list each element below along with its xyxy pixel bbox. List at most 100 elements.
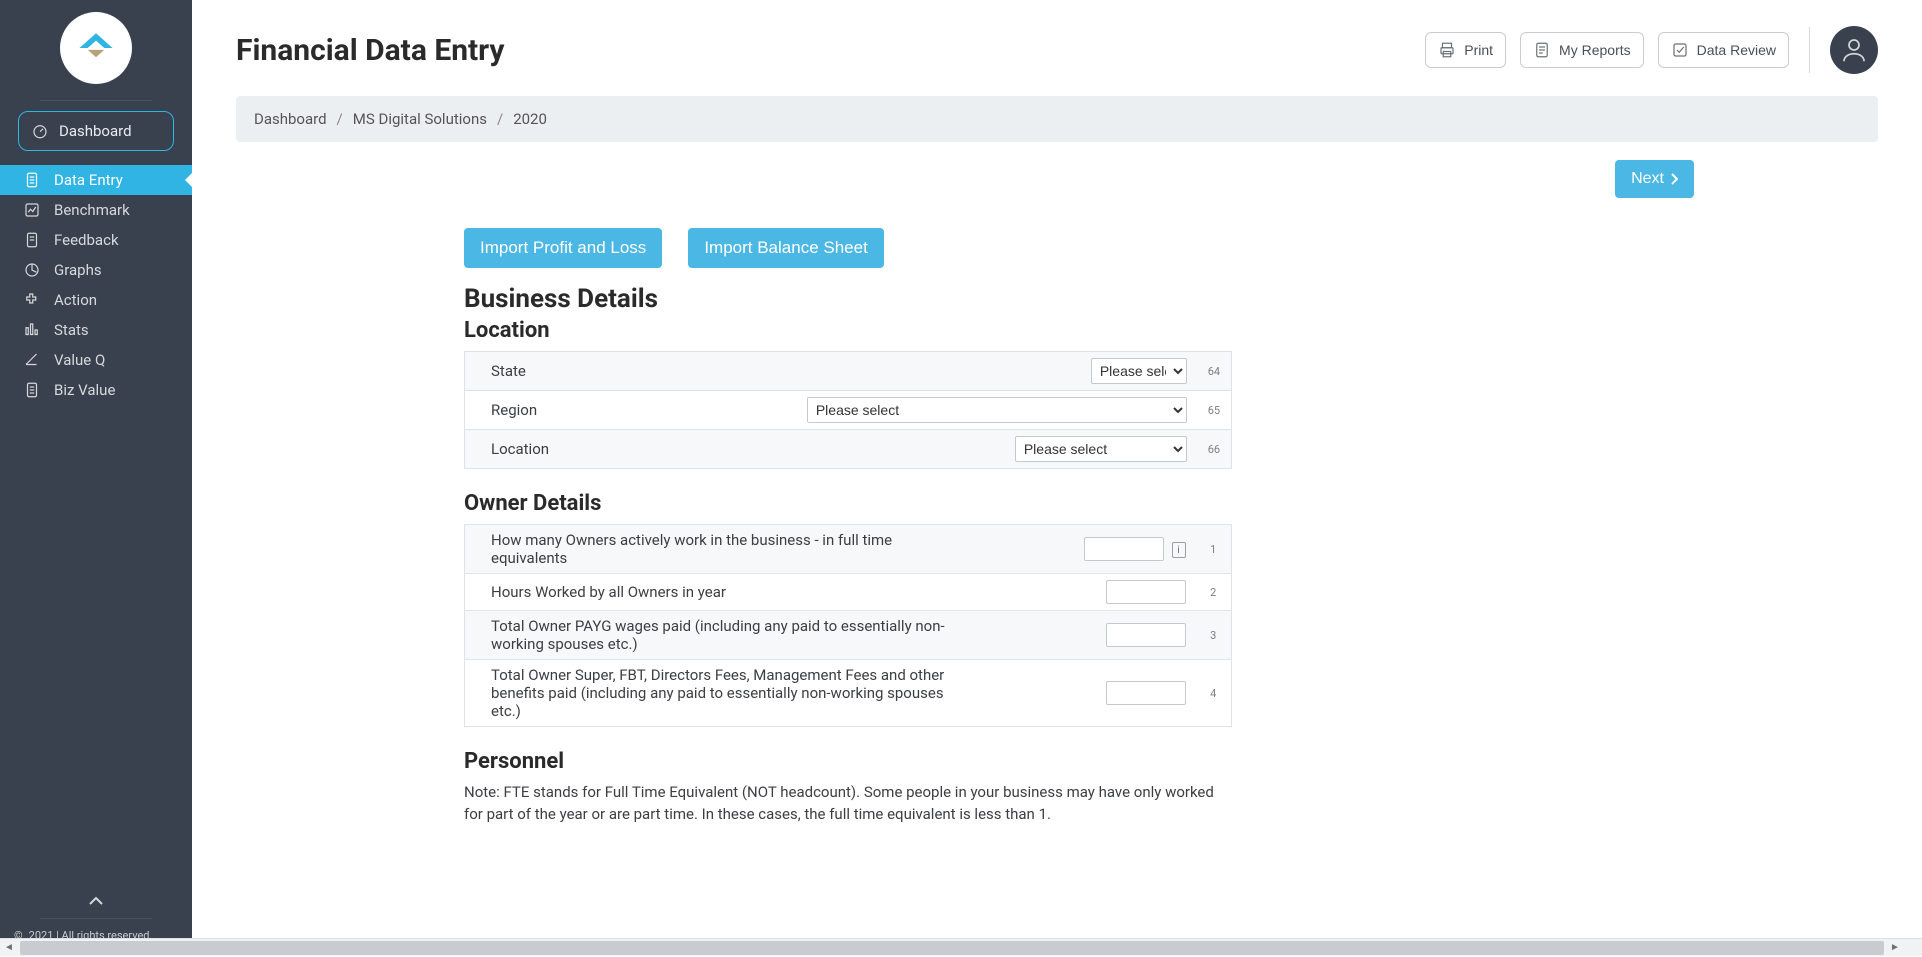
super-fbt-input[interactable] [1106, 681, 1186, 705]
sidebar-item-benchmark[interactable]: Benchmark [0, 195, 192, 225]
table-row: Region Please select 65 [465, 391, 1232, 430]
button-label: My Reports [1559, 42, 1631, 58]
owner-details-heading: Owner Details [464, 491, 1696, 516]
print-button[interactable]: Print [1425, 32, 1506, 68]
sidebar-item-action[interactable]: Action [0, 285, 192, 315]
sidebar-item-label: Graphs [54, 261, 102, 279]
header: Financial Data Entry Print My Reports Da… [192, 0, 1922, 74]
dashboard-button[interactable]: Dashboard [18, 111, 174, 151]
row-label: How many Owners actively work in the bus… [465, 525, 975, 574]
row-control [975, 574, 1196, 611]
breadcrumb-company[interactable]: MS Digital Solutions [353, 110, 487, 128]
action-icon [22, 291, 42, 309]
valueq-icon [22, 351, 42, 369]
table-row: State Please select 64 [465, 352, 1232, 391]
row-label: Total Owner PAYG wages paid (including a… [465, 611, 975, 660]
personnel-note: Note: FTE stands for Full Time Equivalen… [464, 782, 1234, 826]
main: Financial Data Entry Print My Reports Da… [192, 0, 1922, 956]
business-details-heading: Business Details [464, 284, 1696, 314]
scroll-right-arrow[interactable]: ► [1886, 939, 1904, 957]
stats-icon [22, 321, 42, 339]
import-balance-sheet-button[interactable]: Import Balance Sheet [688, 228, 883, 268]
printer-icon [1438, 41, 1456, 59]
payg-wages-input[interactable] [1106, 623, 1186, 647]
user-icon [1839, 35, 1869, 65]
chevron-right-icon [1670, 173, 1678, 185]
divider [40, 918, 152, 919]
sidebar-item-label: Stats [54, 321, 89, 339]
table-row: Location Please select 66 [465, 430, 1232, 469]
divider [40, 100, 152, 101]
breadcrumb-year[interactable]: 2020 [513, 110, 547, 128]
content: Next Import Profit and Loss Import Balan… [464, 142, 1696, 866]
row-label: Region [465, 391, 797, 430]
table-row: Total Owner Super, FBT, Directors Fees, … [465, 660, 1232, 727]
state-select[interactable]: Please select [1091, 358, 1187, 384]
sidebar-item-label: Action [54, 291, 97, 309]
sidebar-item-graphs[interactable]: Graphs [0, 255, 192, 285]
hours-worked-input[interactable] [1106, 580, 1186, 604]
button-label: Print [1464, 42, 1493, 58]
breadcrumb-separator: / [497, 110, 503, 128]
row-label: Total Owner Super, FBT, Directors Fees, … [465, 660, 975, 727]
owners-fte-input[interactable] [1084, 537, 1164, 561]
check-square-icon [1671, 41, 1689, 59]
row-index: 65 [1197, 391, 1232, 430]
region-select[interactable]: Please select [807, 397, 1187, 423]
location-select[interactable]: Please select [1015, 436, 1187, 462]
dashboard-icon [31, 122, 49, 140]
benchmark-icon [22, 201, 42, 219]
button-label: Data Review [1697, 42, 1776, 58]
row-label: Location [465, 430, 797, 469]
row-index: 4 [1196, 660, 1232, 727]
location-heading: Location [464, 318, 1696, 343]
scrollbar-thumb[interactable] [20, 941, 1884, 955]
personnel-heading: Personnel [464, 749, 1696, 774]
dashboard-button-wrap: Dashboard [0, 111, 192, 165]
dashboard-label: Dashboard [59, 122, 132, 140]
divider [1809, 27, 1810, 73]
sidebar-item-feedback[interactable]: Feedback [0, 225, 192, 255]
table-row: Hours Worked by all Owners in year 2 [465, 574, 1232, 611]
sidebar-item-label: Benchmark [54, 201, 130, 219]
logo-wrap [0, 0, 192, 94]
row-index: 3 [1196, 611, 1232, 660]
logo[interactable] [60, 12, 132, 84]
sidebar-item-data-entry[interactable]: Data Entry [0, 165, 192, 195]
graphs-icon [22, 261, 42, 279]
breadcrumb-dashboard[interactable]: Dashboard [254, 110, 327, 128]
sidebar-item-label: Feedback [54, 231, 119, 249]
user-avatar[interactable] [1830, 26, 1878, 74]
logo-icon [73, 25, 119, 71]
sidebar-item-biz-value[interactable]: Biz Value [0, 375, 192, 405]
table-row: Total Owner PAYG wages paid (including a… [465, 611, 1232, 660]
location-table: State Please select 64 Region Please sel… [464, 351, 1232, 469]
table-row: How many Owners actively work in the bus… [465, 525, 1232, 574]
row-label: Hours Worked by all Owners in year [465, 574, 975, 611]
next-button[interactable]: Next [1615, 160, 1694, 198]
row-control: i [975, 525, 1196, 574]
header-actions: Print My Reports Data Review [1425, 26, 1878, 74]
breadcrumb: Dashboard / MS Digital Solutions / 2020 [236, 96, 1878, 142]
data-review-button[interactable]: Data Review [1658, 32, 1789, 68]
breadcrumb-separator: / [337, 110, 343, 128]
feedback-icon [22, 231, 42, 249]
info-icon[interactable]: i [1172, 542, 1186, 558]
sidebar-item-label: Data Entry [54, 171, 123, 189]
horizontal-scrollbar[interactable]: ◄ ► [0, 938, 1922, 956]
reports-icon [1533, 41, 1551, 59]
row-control [975, 660, 1196, 727]
sidebar-item-stats[interactable]: Stats [0, 315, 192, 345]
next-row: Next [464, 160, 1696, 198]
document-icon [22, 171, 42, 189]
row-index: 2 [1196, 574, 1232, 611]
collapse-sidebar-button[interactable] [14, 886, 178, 912]
page-title: Financial Data Entry [236, 33, 505, 68]
row-control: Please select [797, 391, 1197, 430]
scroll-left-arrow[interactable]: ◄ [0, 939, 18, 957]
sidebar: Dashboard Data Entry Benchmark Feedback [0, 0, 192, 956]
my-reports-button[interactable]: My Reports [1520, 32, 1644, 68]
sidebar-item-value-q[interactable]: Value Q [0, 345, 192, 375]
import-profit-loss-button[interactable]: Import Profit and Loss [464, 228, 662, 268]
row-control: Please select [797, 430, 1197, 469]
